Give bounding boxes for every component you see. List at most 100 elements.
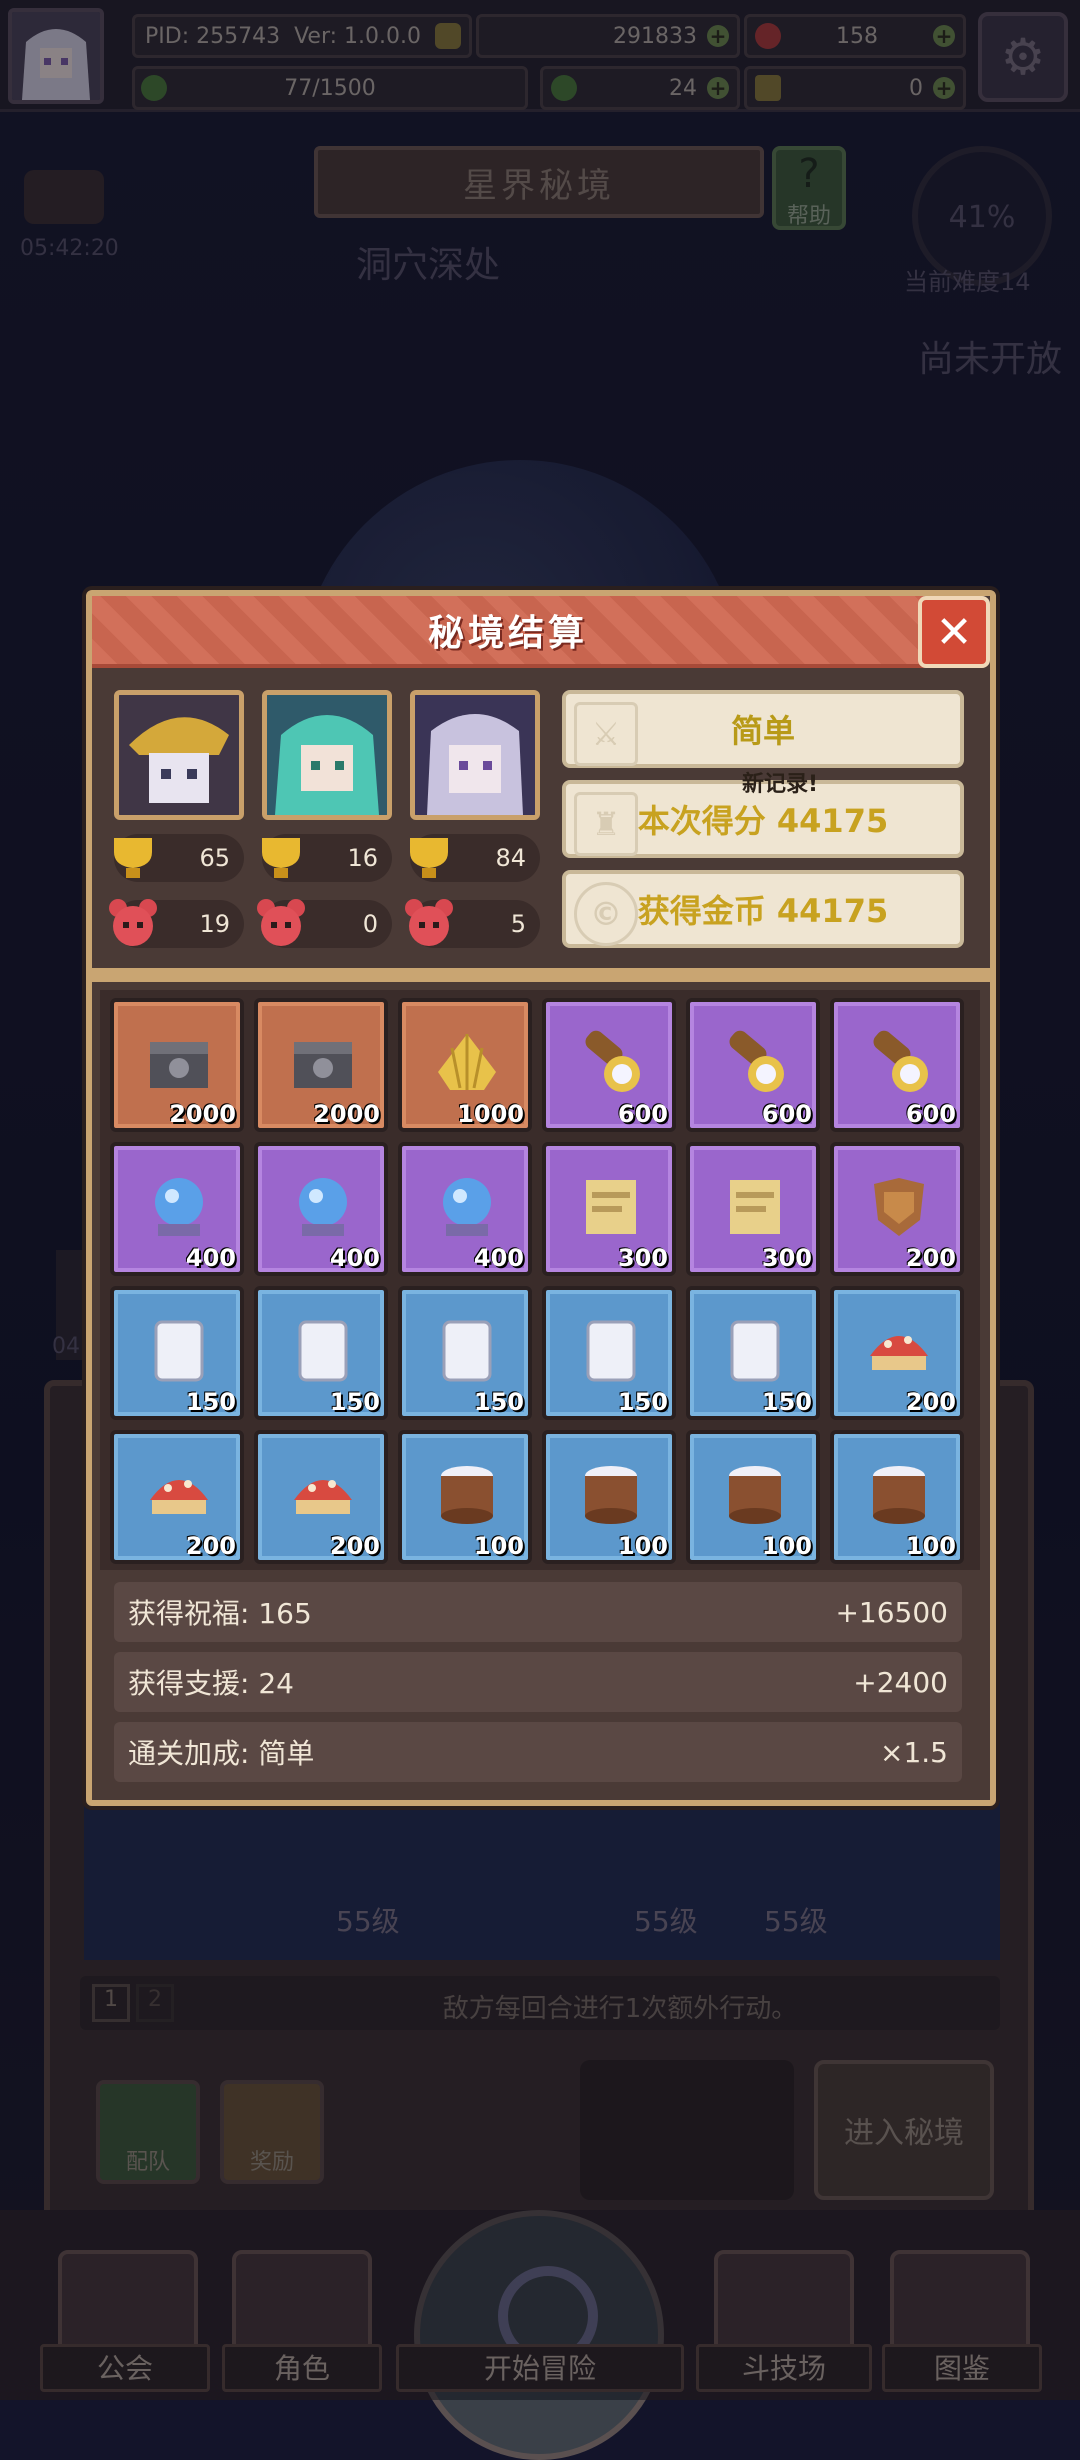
support-value: +2400 <box>853 1665 948 1699</box>
reward-item[interactable]: 100 <box>398 1430 532 1564</box>
crystal-ball-icon <box>443 1178 491 1236</box>
new-record-label: 新记录! <box>742 772 819 797</box>
reward-item[interactable]: 150 <box>542 1286 676 1420</box>
reward-item[interactable]: 300 <box>686 1142 820 1276</box>
drum-icon <box>585 1466 637 1524</box>
hero-portrait-2[interactable] <box>262 690 392 820</box>
reward-item[interactable]: 400 <box>110 1142 244 1276</box>
trophy-icon <box>262 838 300 878</box>
reward-quantity: 400 <box>185 1244 236 1272</box>
hero-3-count-value: 5 <box>510 910 526 938</box>
drum-icon <box>441 1466 493 1524</box>
reward-item[interactable]: 150 <box>398 1286 532 1420</box>
hero-2-count-value: 0 <box>362 910 378 938</box>
chest-icon <box>294 1042 352 1088</box>
clear-bonus-row: 通关加成: 简单 ×1.5 <box>114 1722 962 1782</box>
reward-quantity: 300 <box>761 1244 812 1272</box>
telescope-icon <box>729 1030 784 1092</box>
scroll-icon <box>730 1180 780 1234</box>
reward-item[interactable]: 300 <box>542 1142 676 1276</box>
hero-3-level-value: 84 <box>495 844 526 872</box>
reward-quantity: 150 <box>761 1388 812 1416</box>
mushroom-icon <box>294 1480 352 1514</box>
reward-item[interactable]: 400 <box>254 1142 388 1276</box>
reward-quantity: 600 <box>905 1100 956 1128</box>
reward-quantity: 150 <box>329 1388 380 1416</box>
difficulty-box: ⚔ 简单 <box>562 690 964 768</box>
shell-icon <box>438 1034 496 1090</box>
reward-item[interactable]: 150 <box>254 1286 388 1420</box>
support-row: 获得支援: 24 +2400 <box>114 1652 962 1712</box>
score-value: 本次得分 44175 <box>637 802 889 840</box>
reward-item[interactable]: 150 <box>686 1286 820 1420</box>
clear-bonus-label: 通关加成: 简单 <box>128 1737 315 1770</box>
reward-quantity: 200 <box>329 1532 380 1560</box>
hero-3-level: 84 <box>410 834 540 882</box>
reward-item[interactable]: 150 <box>110 1286 244 1420</box>
close-button[interactable]: ✕ <box>918 596 990 668</box>
reward-item[interactable]: 200 <box>830 1142 964 1276</box>
reward-item[interactable]: 100 <box>830 1430 964 1564</box>
close-icon: ✕ <box>935 606 973 658</box>
hero-1-count-value: 19 <box>199 910 230 938</box>
reward-quantity: 100 <box>473 1532 524 1560</box>
dialog-header: 秘境结算 <box>92 596 924 668</box>
tablet-icon <box>586 1320 636 1382</box>
hero-1-level: 65 <box>114 834 244 882</box>
reward-item[interactable]: 400 <box>398 1142 532 1276</box>
trophy-icon <box>114 838 152 878</box>
reward-quantity: 150 <box>617 1388 668 1416</box>
hero-portrait-3[interactable] <box>410 690 540 820</box>
reward-quantity: 100 <box>905 1532 956 1560</box>
telescope-icon <box>585 1030 640 1092</box>
hero-1-icon <box>119 695 239 815</box>
reward-item[interactable]: 600 <box>686 998 820 1132</box>
reward-quantity: 600 <box>617 1100 668 1128</box>
bear-icon <box>405 899 453 946</box>
reward-item[interactable]: 100 <box>542 1430 676 1564</box>
reward-quantity: 2000 <box>169 1100 236 1128</box>
hero-2-level-value: 16 <box>347 844 378 872</box>
sword-icon: ⚔ <box>574 702 638 766</box>
scroll-icon <box>586 1180 636 1234</box>
reward-item[interactable]: 100 <box>686 1430 820 1564</box>
drum-icon <box>873 1466 925 1524</box>
reward-quantity: 2000 <box>313 1100 380 1128</box>
reward-item[interactable]: 200 <box>254 1430 388 1564</box>
reward-item[interactable]: 600 <box>830 998 964 1132</box>
trophy-icon <box>410 838 448 878</box>
bear-icon <box>109 899 157 946</box>
bear-icon <box>257 899 305 946</box>
hero-2-level: 16 <box>262 834 392 882</box>
reward-quantity: 200 <box>185 1532 236 1560</box>
drum-icon <box>729 1466 781 1524</box>
reward-item[interactable]: 2000 <box>254 998 388 1132</box>
hero-1-count: 19 <box>109 899 244 948</box>
coins-value: 获得金币 44175 <box>637 892 889 930</box>
clear-bonus-value: ×1.5 <box>880 1735 948 1769</box>
difficulty-value: 简单 <box>730 712 795 750</box>
armor-icon <box>874 1178 924 1236</box>
reward-item[interactable]: 1000 <box>398 998 532 1132</box>
tablet-icon <box>154 1320 204 1382</box>
reward-quantity: 150 <box>473 1388 524 1416</box>
coins-box: © 获得金币 44175 <box>562 870 964 948</box>
blessing-label: 获得祝福: 165 <box>128 1597 312 1630</box>
crystal-ball-icon <box>155 1178 203 1236</box>
reward-item[interactable]: 200 <box>110 1430 244 1564</box>
mushroom-icon <box>150 1480 208 1514</box>
reward-item[interactable]: 200 <box>830 1286 964 1420</box>
telescope-icon <box>873 1030 928 1092</box>
reward-item[interactable]: 2000 <box>110 998 244 1132</box>
blessing-row: 获得祝福: 165 +16500 <box>114 1582 962 1642</box>
reward-item[interactable]: 600 <box>542 998 676 1132</box>
reward-quantity: 600 <box>761 1100 812 1128</box>
dialog-title: 秘境结算 <box>427 613 588 654</box>
section-divider <box>92 968 992 982</box>
support-label: 获得支援: 24 <box>128 1667 294 1700</box>
hero-portrait-1[interactable] <box>114 690 244 820</box>
reward-quantity: 1000 <box>457 1100 524 1128</box>
reward-quantity: 200 <box>905 1388 956 1416</box>
crystal-ball-icon <box>299 1178 347 1236</box>
reward-quantity: 100 <box>761 1532 812 1560</box>
